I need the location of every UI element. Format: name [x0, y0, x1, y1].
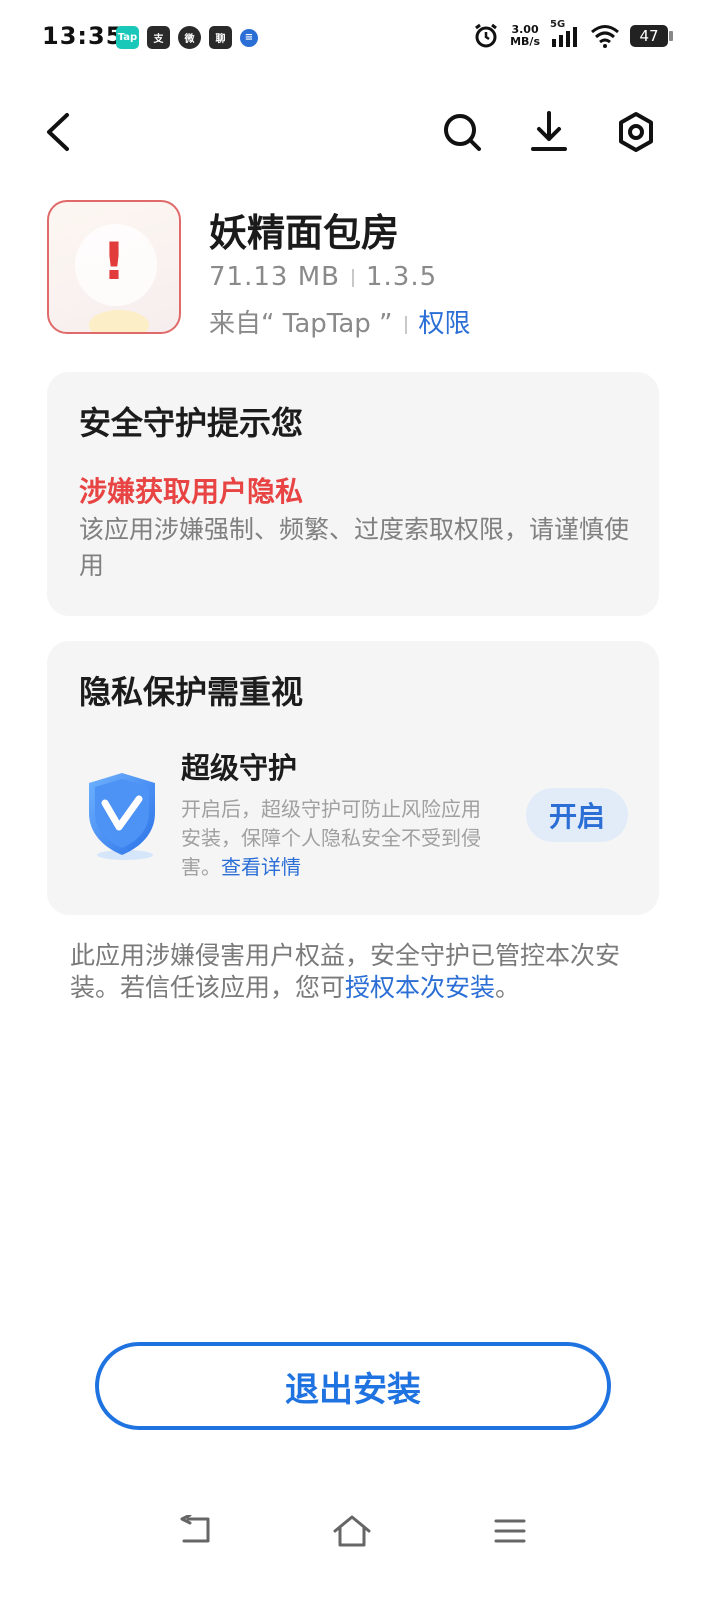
app-source-row: 来自“ TapTap ” 权限	[209, 303, 471, 340]
divider	[404, 315, 407, 334]
back-button[interactable]	[30, 104, 86, 160]
app-icon: !	[47, 200, 181, 334]
risk-description: 该应用涉嫌强制、频繁、过度索取权限，请谨慎使用	[79, 515, 630, 580]
gear-icon	[619, 112, 653, 152]
nav-recents-button[interactable]	[480, 1506, 540, 1556]
app-version: 1.3.5	[365, 262, 438, 292]
privacy-protection-card: 隐私保护需重视 超级守护 开启后，超级守护可防止风险应用安装，保障个人隐私安全不…	[47, 641, 659, 915]
search-button[interactable]	[434, 104, 490, 160]
battery-indicator: 47	[630, 25, 673, 47]
privacy-card-title: 隐私保护需重视	[79, 673, 304, 711]
nav-home-button[interactable]	[322, 1506, 382, 1556]
home-icon	[333, 1515, 371, 1547]
download-button[interactable]	[521, 104, 577, 160]
app-meta: 71.13 MB 1.3.5	[209, 262, 437, 292]
shield-icon	[89, 773, 155, 860]
exit-install-button[interactable]: 退出安装	[95, 1342, 611, 1430]
signal-icon: 5G	[550, 19, 580, 49]
enable-protection-button[interactable]: 开启	[526, 788, 628, 842]
super-protection-description: 开启后，超级守护可防止风险应用安装，保障个人隐私安全不受到侵害。查看详情	[181, 797, 481, 879]
risk-title: 涉嫌获取用户隐私	[79, 475, 304, 508]
nav-back-button[interactable]	[166, 1506, 226, 1556]
permissions-link[interactable]: 权限	[419, 309, 471, 339]
back-arrow-icon	[180, 1515, 210, 1543]
taptap-icon: Tap	[116, 26, 139, 49]
zhifubao-icon: 支	[147, 26, 170, 49]
top-bar	[0, 96, 720, 166]
download-icon	[531, 111, 567, 151]
status-indicators: 3.00 MB/s 5G 47	[472, 19, 673, 50]
chevron-left-icon	[47, 113, 69, 151]
warning-icon: !	[102, 232, 126, 292]
security-card-title: 安全守护提示您	[79, 404, 304, 442]
search-icon	[444, 114, 481, 151]
wechat-icon: 微	[178, 26, 201, 49]
details-link[interactable]: 查看详情	[221, 855, 301, 879]
notification-dot-icon: ≡	[240, 28, 258, 47]
wifi-icon	[591, 25, 619, 48]
install-notice: 此应用涉嫌侵害用户权益，安全守护已管控本次安装。若信任该应用，您可授权本次安装。	[70, 941, 621, 1002]
divider	[351, 268, 354, 287]
status-bar: 13:35 Tap 支 微 聊 ≡ 3.00 MB/s 5G 47	[0, 0, 720, 76]
app-name: 妖精面包房	[209, 211, 400, 255]
navigation-bar	[0, 1490, 720, 1570]
status-app-icons: Tap 支 微 聊 ≡	[116, 26, 258, 49]
chat-bubble-icon: 聊	[209, 26, 232, 49]
settings-button[interactable]	[608, 104, 664, 160]
security-warning-card: 安全守护提示您 涉嫌获取用户隐私 该应用涉嫌强制、频繁、过度索取权限，请谨慎使用	[47, 372, 659, 616]
status-time: 13:35	[42, 22, 124, 50]
app-size: 71.13 MB	[209, 262, 340, 292]
app-source: 来自“ TapTap ”	[209, 309, 393, 339]
net-speed: 3.00 MB/s	[510, 23, 540, 48]
alarm-icon	[475, 23, 497, 48]
authorize-install-link[interactable]: 授权本次安装	[345, 973, 495, 1002]
menu-icon	[494, 1519, 526, 1543]
super-protection-title: 超级守护	[181, 751, 298, 785]
